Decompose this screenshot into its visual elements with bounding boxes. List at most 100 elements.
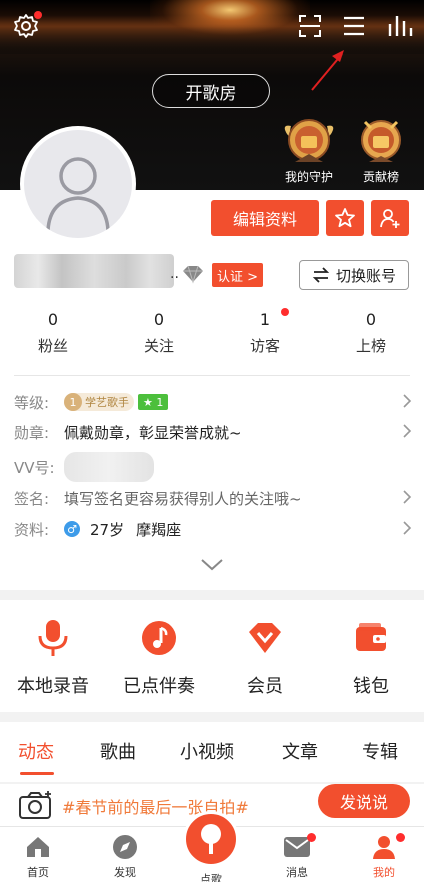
content-tabs: 动态 歌曲 小视频 文章 专辑 — [0, 722, 424, 782]
signature-value: 填写签名更容易获得别人的关注哦~ — [64, 489, 302, 508]
vip-diamond-icon — [245, 618, 285, 658]
signature-key: 签名: — [14, 489, 50, 508]
chevron-right-icon — [403, 394, 412, 408]
stat-ranking-value: 0 — [365, 310, 377, 329]
signature-row[interactable]: 签名: 填写签名更容易获得别人的关注哦~ — [14, 485, 412, 511]
wallet-icon — [351, 618, 391, 658]
vip-level-num: 1 — [156, 395, 164, 409]
tab-albums[interactable]: 专辑 — [362, 738, 398, 764]
tab-moments[interactable]: 动态 — [18, 738, 54, 764]
nav-discover-label: 发现 — [114, 866, 136, 879]
nav-home[interactable]: 首页 — [8, 833, 68, 880]
contribution-medal-icon — [353, 114, 409, 168]
medal-row[interactable]: 勋章: 佩戴勋章，彰显荣誉成就~ — [14, 419, 412, 445]
nav-mine-label: 我的 — [373, 866, 395, 879]
camera-icon[interactable] — [18, 790, 54, 820]
my-guard-badge[interactable]: 我的守护 — [268, 114, 350, 185]
vv-number-blurred — [64, 452, 154, 482]
stat-fans-value: 0 — [47, 310, 59, 329]
requested-accompaniment-action[interactable]: 已点伴奏 — [106, 600, 212, 712]
vv-key: VV号: — [14, 458, 55, 477]
avatar[interactable] — [20, 126, 136, 242]
compass-icon — [111, 833, 139, 861]
stat-ranking-label: 上榜 — [355, 337, 386, 355]
default-avatar-icon — [46, 157, 110, 231]
level-title: 学艺歌手 — [85, 396, 129, 409]
vip-label: 会员 — [247, 676, 283, 697]
messages-red-dot — [307, 833, 316, 842]
menu-icon[interactable] — [340, 12, 368, 40]
mine-red-dot — [396, 833, 405, 842]
tab-articles[interactable]: 文章 — [282, 738, 318, 764]
requested-accompaniment-label: 已点伴奏 — [123, 676, 195, 697]
stats-bar: 0 粉丝 0 关注 1 访客 0 上榜 — [0, 308, 424, 360]
user-icon — [370, 833, 398, 861]
wallet-action[interactable]: 钱包 — [318, 600, 424, 712]
annotation-arrow — [311, 50, 344, 91]
local-recording-label: 本地录音 — [17, 676, 89, 697]
profile-info-row[interactable]: 资料: ♂ 27岁 摩羯座 — [14, 516, 412, 542]
diamond-icon[interactable] — [181, 264, 205, 284]
profile-key: 资料: — [14, 520, 50, 539]
stat-ranking[interactable]: 0 上榜 — [318, 310, 424, 360]
guard-medal-icon — [281, 114, 337, 168]
ranking-bars-icon[interactable] — [386, 12, 414, 40]
verify-button[interactable]: 认证 > — [212, 263, 263, 287]
music-note-icon — [139, 618, 179, 658]
stat-following[interactable]: 0 关注 — [106, 310, 212, 360]
username-suffix: .. — [170, 266, 179, 282]
settings-red-dot — [34, 11, 42, 19]
vip-action[interactable]: 会员 — [212, 600, 318, 712]
vv-row: VV号: — [14, 452, 412, 482]
local-recording-action[interactable]: 本地录音 — [0, 600, 106, 712]
stat-visitors-label: 访客 — [249, 337, 280, 355]
active-tab-indicator — [20, 772, 54, 775]
chevron-down-icon[interactable] — [200, 558, 224, 572]
stat-fans-label: 粉丝 — [37, 337, 68, 355]
nav-messages[interactable]: 消息 — [267, 833, 327, 880]
nav-sing-button[interactable] — [183, 811, 239, 867]
quick-actions: 本地录音 已点伴奏 会员 钱包 — [0, 600, 424, 712]
my-guard-label: 我的守护 — [284, 170, 333, 184]
tab-short-videos[interactable]: 小视频 — [180, 738, 234, 764]
stat-visitors[interactable]: 1 访客 — [212, 308, 318, 360]
switch-arrows-icon — [312, 267, 330, 283]
switch-account-label: 切换账号 — [335, 266, 396, 285]
favorite-star-button[interactable] — [326, 200, 364, 236]
level-key: 等级: — [14, 393, 50, 412]
post-status-button[interactable]: 发说说 — [318, 784, 410, 818]
bottom-navigation: 首页 发现 点歌 消息 我的 — [0, 811, 424, 882]
nav-mine[interactable]: 我的 — [354, 833, 414, 880]
stat-fans[interactable]: 0 粉丝 — [0, 310, 106, 360]
stat-following-value: 0 — [153, 310, 165, 329]
home-icon — [24, 833, 52, 861]
nav-messages-label: 消息 — [286, 866, 308, 879]
stats-divider — [14, 375, 410, 376]
chevron-right-icon — [403, 424, 412, 438]
edit-profile-button[interactable]: 编辑资料 — [211, 200, 319, 236]
zodiac-value: 摩羯座 — [136, 520, 182, 539]
stat-visitors-value: 1 — [259, 310, 271, 329]
medal-value: 佩戴勋章，彰显荣誉成就~ — [64, 423, 242, 442]
settings-icon[interactable] — [12, 11, 42, 40]
nav-discover[interactable]: 发现 — [95, 833, 155, 880]
chevron-right-icon — [403, 490, 412, 504]
open-ktv-room-button[interactable]: 开歌房 — [152, 74, 270, 108]
level-row[interactable]: 等级: 1 学艺歌手 ★ 1 — [14, 389, 412, 415]
username-blurred — [14, 254, 174, 288]
add-friend-button[interactable] — [371, 200, 409, 236]
contribution-board-badge[interactable]: 贡献榜 — [340, 114, 422, 185]
switch-account-button[interactable]: 切换账号 — [299, 260, 409, 290]
wallet-label: 钱包 — [353, 676, 389, 697]
visitors-red-dot — [281, 308, 289, 316]
nav-home-label: 首页 — [27, 866, 49, 879]
age-value: 27岁 — [90, 520, 125, 539]
male-icon: ♂ — [64, 521, 80, 537]
stat-following-label: 关注 — [143, 337, 174, 355]
medal-key: 勋章: — [14, 423, 50, 442]
tab-songs[interactable]: 歌曲 — [100, 738, 136, 764]
star-icon — [335, 208, 355, 228]
level-title-pill: 1 学艺歌手 — [64, 393, 134, 411]
chevron-right-icon — [403, 521, 412, 535]
scan-icon[interactable] — [296, 12, 324, 40]
